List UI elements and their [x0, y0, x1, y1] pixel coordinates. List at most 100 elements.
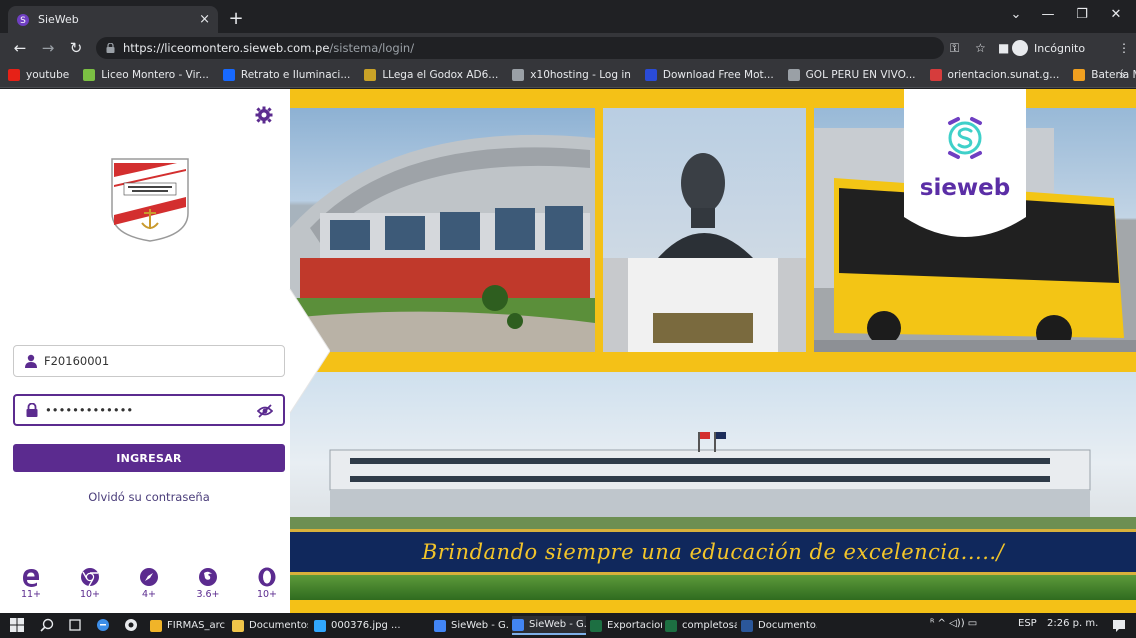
- bookmark-label: LLega el Godox AD6...: [382, 69, 499, 81]
- browser-chrome: 10+: [73, 567, 107, 600]
- edge-taskbar-icon[interactable]: [96, 618, 110, 632]
- bookmarks-bar: youtube Liceo Montero - Vir... Retrato e I…: [0, 63, 1136, 88]
- taskbar-app-label: Exportacion...: [607, 620, 662, 631]
- taskbar-app-icon: [665, 619, 677, 632]
- browser-tab[interactable]: S SieWeb ×: [8, 6, 218, 33]
- password-input[interactable]: [45, 403, 255, 417]
- bookmark-item[interactable]: orientacion.sunat.g...: [929, 69, 1060, 81]
- bookmark-favicon-icon: [1073, 69, 1086, 81]
- sieweb-badge: sieweb: [904, 89, 1026, 243]
- bookmark-item[interactable]: LLega el Godox AD6...: [364, 69, 498, 81]
- login-submit-button[interactable]: INGRESAR: [13, 444, 285, 472]
- sieweb-brand-text: sieweb: [919, 175, 1011, 201]
- username-input[interactable]: [44, 354, 254, 368]
- user-icon: [25, 354, 37, 368]
- bookmark-label: orientacion.sunat.g...: [947, 69, 1060, 81]
- taskbar-app-item[interactable]: SieWeb - G...: [512, 616, 586, 635]
- taskbar-app-label: 000376.jpg ...: [331, 620, 401, 631]
- chrome-taskbar-icon[interactable]: [124, 618, 138, 632]
- side-panel-icon[interactable]: ■: [998, 39, 1009, 57]
- taskbar-app-item[interactable]: 000376.jpg ...: [314, 616, 408, 635]
- taskbar-app-icon: [512, 618, 524, 631]
- settings-gear-icon[interactable]: [255, 106, 273, 124]
- url-path: /sistema/login/: [329, 41, 415, 55]
- bookmark-label: Retrato e Iluminaci...: [240, 69, 351, 81]
- bookmark-item[interactable]: x10hosting - Log in: [512, 69, 631, 81]
- password-field[interactable]: [13, 394, 285, 426]
- tab-close-icon[interactable]: ×: [199, 12, 210, 27]
- system-tray-icons[interactable]: ᴿ ^ ◁)) ▭: [930, 618, 977, 629]
- task-view-icon[interactable]: [68, 618, 82, 632]
- slogan-banner: Brindando siempre una educación de excel…: [290, 529, 1136, 575]
- taskbar-app-label: completosa...: [682, 620, 737, 631]
- taskbar-app-label: SieWeb - G...: [451, 620, 508, 631]
- bookmark-favicon-icon: [8, 69, 20, 81]
- bookmark-label: GOL PERU EN VIVO...: [805, 69, 916, 81]
- sieweb-favicon-icon: S: [17, 13, 29, 26]
- incognito-icon: [1012, 40, 1028, 56]
- windows-start-icon[interactable]: [10, 618, 24, 632]
- windows-taskbar: ᴿ ^ ◁)) ▭ ESP 2:26 p. m. FIRMAS_arc... Do…: [0, 613, 1136, 638]
- firefox-icon: [199, 568, 217, 586]
- search-icon[interactable]: [40, 618, 54, 632]
- bookmark-favicon-icon: [83, 69, 96, 81]
- hero-collage: Brindando siempre una educación de excel…: [290, 89, 1136, 613]
- back-icon[interactable]: ←: [10, 38, 30, 58]
- address-bar[interactable]: https://liceomontero.sieweb.com.pe/siste…: [96, 37, 944, 59]
- username-field[interactable]: [13, 345, 285, 377]
- toggle-password-visibility-icon[interactable]: [257, 403, 273, 419]
- taskbar-app-icon: [590, 619, 602, 632]
- language-indicator[interactable]: ESP: [1018, 618, 1037, 629]
- lawn-strip: [290, 575, 1136, 600]
- taskbar-app-label: FIRMAS_arc...: [167, 620, 226, 631]
- browser-menu-icon[interactable]: ⋮: [1118, 39, 1130, 57]
- slogan-text: Brindando siempre una educación de excel…: [421, 540, 1005, 564]
- forward-icon[interactable]: →: [38, 38, 58, 58]
- bookmark-item[interactable]: Retrato e Iluminaci...: [222, 69, 351, 81]
- incognito-indicator[interactable]: Incógnito: [1012, 37, 1085, 59]
- bookmark-item[interactable]: Batería Máxima NS6...: [1073, 69, 1136, 81]
- bookmark-item[interactable]: Liceo Montero - Vir...: [83, 69, 209, 81]
- taskbar-app-label: SieWeb - G...: [529, 619, 586, 630]
- taskbar-app-item[interactable]: Exportacion...: [590, 616, 662, 635]
- bookmark-label: Download Free Mot...: [662, 69, 774, 81]
- taskbar-app-icon: [232, 619, 244, 632]
- bookmark-item[interactable]: GOL PERU EN VIVO...: [787, 69, 916, 81]
- lock-icon: [106, 43, 115, 53]
- bookmark-item[interactable]: Download Free Mot...: [644, 69, 774, 81]
- hangar-photo: [290, 108, 595, 352]
- taskbar-app-item[interactable]: FIRMAS_arc...: [150, 616, 226, 635]
- bookmark-star-icon[interactable]: ☆: [975, 39, 986, 57]
- supported-browsers: 11+ 10+ 4+ 3.6+ 10+: [14, 567, 284, 607]
- key-icon[interactable]: ⚿: [950, 39, 959, 57]
- bookmark-item[interactable]: youtube: [8, 69, 69, 81]
- taskbar-app-icon: [741, 619, 753, 632]
- bookmarks-more-icon[interactable]: »: [1119, 68, 1126, 82]
- clock[interactable]: 2:26 p. m.: [1047, 618, 1098, 629]
- taskbar-app-item[interactable]: Documentos: [232, 616, 308, 635]
- browser-edge: 11+: [14, 567, 48, 600]
- chrome-icon: [81, 568, 99, 587]
- bookmark-label: Liceo Montero - Vir...: [101, 69, 209, 81]
- bookmark-favicon-icon: [644, 69, 657, 81]
- browser-tab-strip: S SieWeb × + ⌄ — ❐ ✕: [0, 0, 1136, 33]
- taskbar-app-icon: [434, 619, 446, 632]
- school-crest-logo: [111, 158, 189, 242]
- browser-opera: 10+: [250, 567, 284, 600]
- bookmark-favicon-icon: [222, 69, 235, 81]
- bookmark-favicon-icon: [929, 69, 942, 81]
- safari-icon: [140, 568, 158, 586]
- taskbar-app-item[interactable]: completosa...: [665, 616, 737, 635]
- bookmark-favicon-icon: [364, 69, 377, 81]
- forgot-password-link[interactable]: Olvidó su contraseña: [13, 490, 285, 504]
- svg-text:S: S: [20, 16, 26, 26]
- close-window-button[interactable]: ✕: [1096, 0, 1136, 28]
- notifications-icon[interactable]: [1112, 618, 1126, 632]
- taskbar-app-icon: [314, 619, 326, 632]
- taskbar-app-item[interactable]: Documento...: [741, 616, 817, 635]
- taskbar-app-item[interactable]: SieWeb - G...: [434, 616, 508, 635]
- new-tab-button[interactable]: +: [224, 6, 248, 30]
- url-host: https://liceomontero.sieweb.com.pe: [123, 41, 330, 55]
- bookmark-label: x10hosting - Log in: [530, 69, 631, 81]
- reload-icon[interactable]: ↻: [66, 38, 86, 58]
